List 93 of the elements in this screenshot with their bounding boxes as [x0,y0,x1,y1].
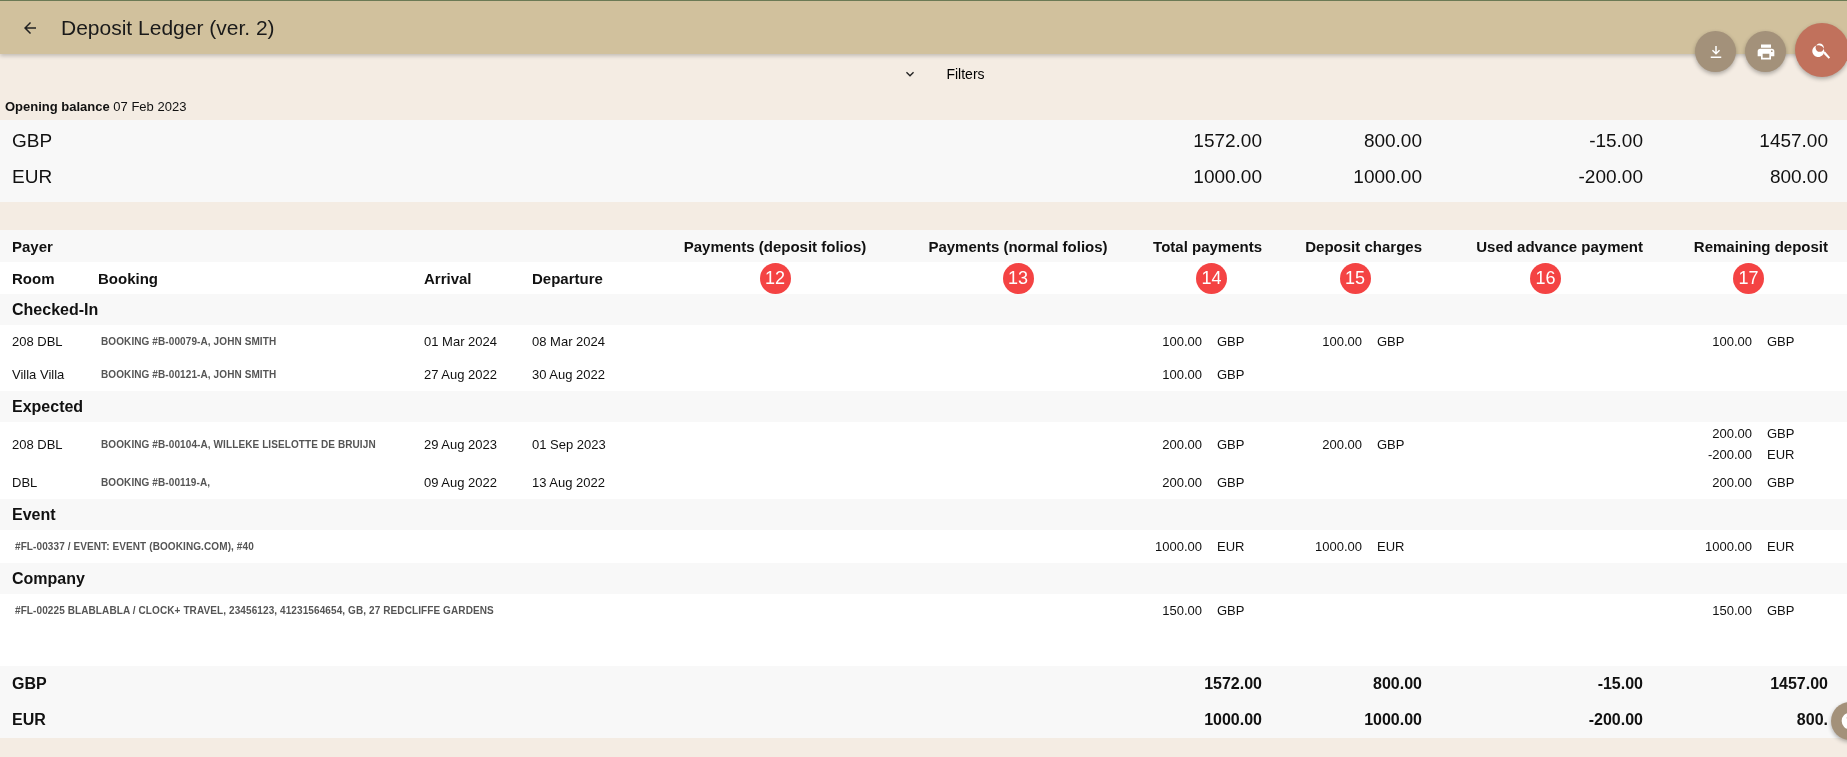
currency-cell-text: GBP [1217,603,1246,618]
currency-label: EUR [12,711,47,729]
currency-cell-text: EUR [1217,539,1246,554]
group-title: Company [12,569,86,588]
booking-link[interactable]: BOOKING #B-00119-A, [98,477,424,488]
currency-cell-text: EUR [1767,447,1796,462]
room-cell-text: 208 DBL [12,334,64,349]
balance-value: 800.00 [1769,166,1828,188]
currency-cell-text: GBP [1767,426,1796,441]
column-header: Used advance payment [1475,237,1644,255]
currency-cell-text: GBP [1767,475,1796,490]
total-value: 1000.00 [1204,711,1262,729]
group-title: Event [12,505,57,524]
currency-cell-text: EUR [1767,539,1796,554]
departure-cell-text: 30 Aug 2022 [532,367,607,382]
arrival-cell-text: 27 Aug 2022 [424,367,499,382]
total-value: 1457.00 [1770,675,1828,693]
filters-toggle[interactable]: Filters [902,66,985,82]
column-header: Total payments [1152,237,1263,255]
currency-label: GBP [12,130,54,152]
booking-link[interactable]: BOOKING #B-00104-A, WILLEKE LISELOTTE DE BRUIJN [98,438,424,450]
balance-value: -15.00 [1589,130,1643,152]
departure-cell-text: 01 Sep 2023 [532,436,607,452]
amount-cell: 100.00 [1712,334,1752,349]
amount-cell: 1000.00 [1315,539,1362,554]
column-header: Booking [98,269,159,287]
folio-link[interactable]: #FL-00225 BLABLABLA / CLOCK+ TRAVEL, 23456123, 41231564654, GB, 27 REDCLIFFE GARDENS [12,605,662,616]
balance-value: 800.00 [1363,130,1422,152]
amount-cell: 100.00 [1162,367,1202,382]
amount-cell: -200.00 [1707,447,1752,462]
currency-cell-text: GBP [1377,334,1406,349]
balance-value: 1572.00 [1193,130,1262,152]
number-marker: 12 [759,262,791,294]
currency-cell-text: EUR [1377,539,1406,554]
number-marker: 14 [1196,262,1227,294]
amount-cell: 150.00 [1162,603,1202,618]
folio-link[interactable]: #FL-00337 / EVENT: EVENT (BOOKING.COM), #40 [12,541,662,552]
amount-cell: 1000.00 [1705,539,1752,554]
amount-cell: 200.00 [1712,426,1752,441]
arrival-cell-text: 29 Aug 2023 [424,436,499,452]
column-header: Payments (normal folios) [927,237,1109,255]
balance-value: 1457.00 [1759,130,1828,152]
opening-balance-label: Opening balance 07 Feb 2023 [4,98,188,116]
column-header: Room [12,269,56,287]
total-value: 1000.00 [1364,711,1422,729]
total-value: 800.00 [1373,675,1422,693]
amount-cell: 200.00 [1162,436,1202,452]
currency-label: GBP [12,675,48,693]
page-title: Deposit Ledger (ver. 2) [61,15,275,40]
currency-cell-text: GBP [1217,475,1246,490]
number-marker: 15 [1339,262,1371,294]
room-cell-text: 208 DBL [12,436,64,452]
amount-cell: 100.00 [1322,334,1362,349]
column-header: Payer [12,237,54,255]
search-button[interactable] [1795,23,1847,77]
balance-value: 1000.00 [1193,166,1262,188]
amount-cell: 100.00 [1162,334,1202,349]
currency-cell-text: GBP [1767,334,1796,349]
currency-cell-text: GBP [1767,603,1796,618]
group-title: Checked-In [12,300,100,319]
column-header: Deposit charges [1304,237,1423,255]
room-cell-text: Villa Villa [12,367,66,382]
arrival-cell-text: 09 Aug 2022 [424,475,499,490]
currency-cell-text: GBP [1217,436,1246,452]
booking-link[interactable]: BOOKING #B-00121-A, JOHN SMITH [98,369,424,380]
number-marker: 13 [1002,262,1034,294]
number-marker: 17 [1733,262,1764,294]
column-header: Remaining deposit [1692,237,1829,255]
amount-cell: 1000.00 [1155,539,1202,554]
number-marker: 16 [1530,262,1561,294]
balance-value: -200.00 [1578,166,1643,188]
column-header: Payments (deposit folios) [682,237,868,255]
column-header: Arrival [424,269,473,287]
amount-cell: 200.00 [1162,475,1202,490]
amount-cell: 150.00 [1712,603,1752,618]
total-value: 1572.00 [1204,675,1262,693]
currency-cell-text: GBP [1217,334,1246,349]
departure-cell-text: 08 Mar 2024 [532,334,606,349]
total-value: 800. [1796,711,1828,729]
balance-value: 1000.00 [1353,166,1422,188]
currency-cell-text: GBP [1217,367,1246,382]
amount-cell: 200.00 [1322,436,1362,452]
column-header: Departure [532,269,604,287]
departure-cell-text: 13 Aug 2022 [532,475,607,490]
total-value: -15.00 [1597,675,1643,693]
booking-link[interactable]: BOOKING #B-00079-A, JOHN SMITH [98,336,424,347]
room-cell-text: DBL [12,475,39,490]
group-title: Expected [12,397,85,416]
currency-label: EUR [12,166,54,188]
arrival-cell-text: 01 Mar 2024 [424,334,498,349]
currency-cell-text: GBP [1377,436,1406,452]
amount-cell: 200.00 [1712,475,1752,490]
total-value: -200.00 [1588,711,1643,729]
